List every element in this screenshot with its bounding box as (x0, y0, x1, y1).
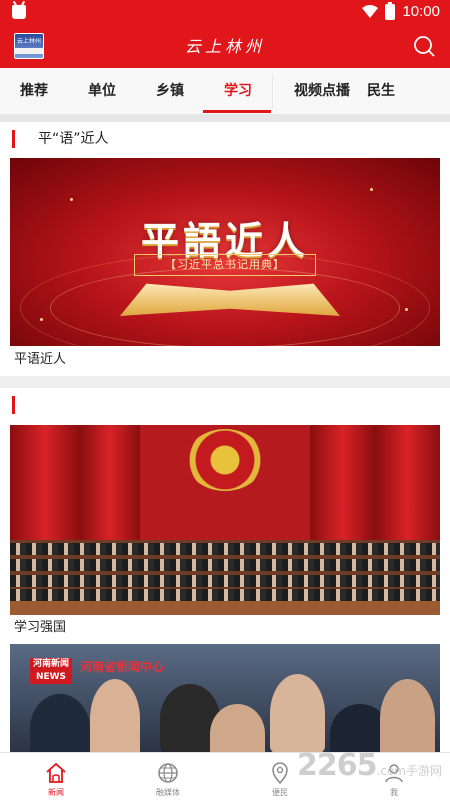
nav-news[interactable]: 新闻 (0, 753, 112, 800)
curtain (310, 425, 375, 545)
status-right: 10:00 (362, 1, 440, 20)
nav-label: 我 (390, 788, 398, 797)
section-study: 学习强国 河南新闻 NEWS 河南省新闻中心 (0, 388, 450, 752)
person (380, 679, 435, 752)
app-header: 10:00 云上林州 云上林州 (0, 0, 450, 68)
section-title: 平“语”近人 (38, 131, 109, 147)
nav-label: 融媒体 (156, 788, 180, 797)
tabs-divider (0, 114, 450, 122)
section-pingyu: 平“语”近人 平語近人 【习近平总书记用典】 平语近人 (0, 122, 450, 376)
tab-divider (272, 74, 273, 108)
section-header: 平“语”近人 (0, 122, 450, 154)
status-time: 10:00 (402, 3, 440, 20)
tab-livelihood[interactable]: 民生 (348, 68, 414, 114)
seat-row (10, 575, 440, 587)
watermark-suffix: .com (376, 764, 406, 778)
section-marker (12, 130, 15, 148)
tab-study[interactable]: 学习 (204, 68, 272, 114)
person (210, 704, 265, 752)
front-desk (10, 601, 440, 615)
henan-news-image[interactable]: 河南新闻 NEWS 河南省新闻中心 (10, 644, 440, 752)
news-badge: 河南新闻 NEWS (30, 658, 72, 684)
globe-icon (158, 763, 178, 783)
pingyu-banner-image[interactable]: 平語近人 【习近平总书记用典】 (10, 158, 440, 346)
app-title: 云上林州 (184, 37, 265, 56)
person (90, 679, 140, 752)
section-marker (12, 396, 15, 414)
national-emblem (186, 429, 264, 491)
curtain (375, 425, 440, 545)
seat-row (10, 559, 440, 571)
card-caption[interactable]: 学习强国 (14, 616, 66, 635)
seat-row (10, 589, 440, 601)
sparkle (40, 318, 43, 321)
tab-units[interactable]: 单位 (68, 68, 136, 114)
curtain (10, 425, 80, 545)
site-watermark: 2265.com手游网 (297, 748, 442, 783)
section-header (0, 388, 450, 420)
tab-recommend[interactable]: 推荐 (0, 68, 68, 114)
active-tab-indicator (203, 110, 271, 113)
card-caption[interactable]: 平语近人 (14, 348, 66, 367)
news-badge-bottom: NEWS (35, 672, 67, 682)
xuexi-qiangguo-image[interactable] (10, 425, 440, 615)
sparkle (405, 308, 408, 311)
sparkle (70, 198, 73, 201)
person (30, 694, 90, 752)
banner-subline: 【习近平总书记用典】 (134, 254, 316, 276)
tab-towns[interactable]: 乡镇 (136, 68, 204, 114)
app-bar: 云上林州 云上林州 (0, 24, 450, 68)
category-tabs: 推荐 单位 乡镇 学习 视频点播 民生 (0, 68, 450, 114)
news-badge-top: 河南新闻 (32, 659, 69, 669)
nav-label: 新闻 (48, 788, 64, 797)
location-pin-icon (272, 762, 288, 785)
home-icon (46, 762, 66, 783)
person (270, 674, 325, 752)
search-icon[interactable] (412, 34, 436, 58)
sparkle (370, 188, 373, 191)
curtain (80, 425, 140, 545)
nav-label: 便民 (272, 788, 288, 797)
battery-icon (385, 1, 396, 20)
status-bar: 10:00 (0, 0, 450, 24)
nav-media[interactable]: 融媒体 (112, 753, 224, 800)
watermark-site: 手游网 (405, 764, 442, 778)
watermark-number: 2265 (297, 748, 377, 783)
wifi-icon (362, 4, 379, 18)
seat-row (10, 543, 440, 555)
android-icon (12, 5, 26, 19)
news-overlay-text: 河南省新闻中心 (80, 660, 165, 674)
